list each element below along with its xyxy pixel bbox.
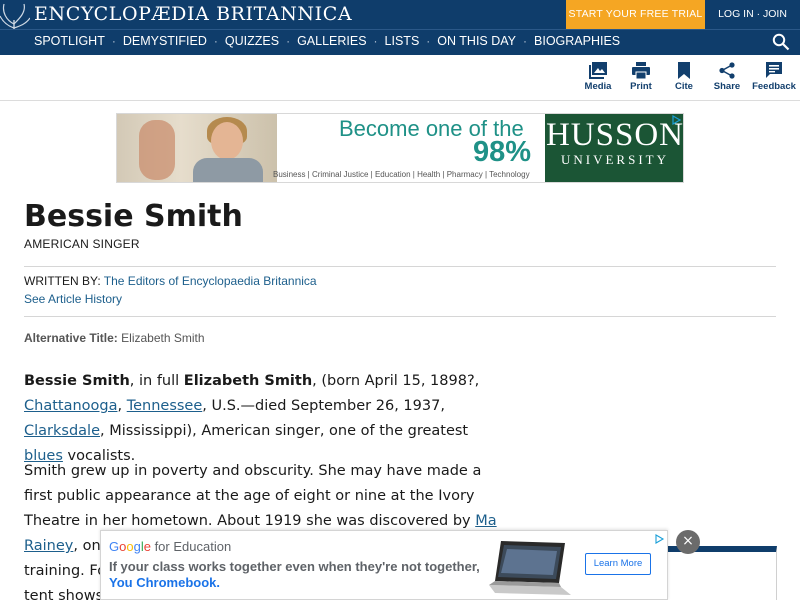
anatomy-model-image: [139, 120, 175, 180]
nav-item-lists[interactable]: LISTS: [385, 34, 420, 48]
ad-fields: Business | Criminal Justice | Education …: [273, 170, 530, 179]
link-chattanooga[interactable]: Chattanooga: [24, 398, 117, 414]
main-nav: SPOTLIGHT · DEMYSTIFIED · QUIZZES · GALL…: [0, 29, 800, 55]
bottom-ad-line2: You Chromebook.: [109, 575, 220, 590]
google-wordmark: Google: [109, 539, 151, 554]
ad-percent: 98%: [473, 136, 532, 168]
written-by: WRITTEN BY: The Editors of Encyclopaedia…: [24, 274, 317, 288]
nav-item-quizzes[interactable]: QUIZZES: [225, 34, 279, 48]
bottom-ad-line1: If your class works together even when t…: [109, 559, 480, 574]
print-button[interactable]: Print: [617, 62, 665, 92]
nav-item-spotlight[interactable]: SPOTLIGHT: [34, 34, 105, 48]
link-tennessee[interactable]: Tennessee: [127, 398, 203, 414]
nav-separator: ·: [373, 34, 378, 48]
media-icon: [589, 62, 607, 79]
article-subtitle: AMERICAN SINGER: [24, 237, 140, 251]
alternative-title: Alternative Title: Elizabeth Smith: [24, 331, 205, 345]
paragraph-text: ,: [117, 398, 127, 414]
close-ad-button[interactable]: ×: [676, 530, 700, 554]
google-for-education-brand: Google for Education: [109, 539, 231, 554]
paragraph-text: tent shows: [24, 588, 104, 600]
learn-more-button[interactable]: Learn More: [585, 553, 651, 575]
author-link[interactable]: The Editors of Encyclopaedia Britannica: [104, 274, 317, 288]
written-by-label: WRITTEN BY:: [24, 274, 101, 288]
nav-separator: ·: [111, 34, 116, 48]
share-icon: [719, 62, 735, 79]
link-clarksdale[interactable]: Clarksdale: [24, 423, 100, 439]
subject-name: Bessie Smith: [24, 373, 130, 389]
nav-item-galleries[interactable]: GALLERIES: [297, 34, 366, 48]
ad-logo-line2: UNIVERSITY: [561, 152, 669, 167]
cite-button[interactable]: Cite: [660, 62, 708, 92]
media-button[interactable]: Media: [574, 62, 622, 92]
paragraph-text: training. Fo: [24, 563, 107, 579]
ad-person-body: [193, 158, 263, 182]
feedback-icon: [766, 62, 782, 78]
ad-logo: HUSSON UNIVERSITY: [545, 114, 684, 182]
paragraph-text: , U.S.—died September 26, 1937,: [202, 398, 445, 414]
ad-person-face: [211, 122, 243, 160]
divider: [24, 266, 776, 267]
bookmark-icon: [678, 62, 690, 79]
chromebook-image: [489, 541, 571, 595]
sidebar-card: [660, 546, 777, 600]
top-header: ENCYCLOPÆDIA BRITANNICA START YOUR FREE …: [0, 0, 800, 48]
ad-close-icon[interactable]: [653, 533, 665, 545]
brand-suffix: for Education: [150, 539, 232, 554]
nav-item-on-this-day[interactable]: ON THIS DAY: [437, 34, 516, 48]
nav-list: SPOTLIGHT · DEMYSTIFIED · QUIZZES · GALL…: [34, 34, 620, 48]
article-history-link[interactable]: See Article History: [24, 292, 122, 306]
search-icon[interactable]: [772, 33, 790, 51]
feedback-button[interactable]: Feedback: [750, 62, 798, 92]
ad-photo: [117, 114, 277, 182]
paragraph-text: Smith grew up in poverty and obscurity. …: [24, 463, 482, 529]
nav-separator: ·: [426, 34, 431, 48]
nav-item-demystified[interactable]: DEMYSTIFIED: [123, 34, 207, 48]
top-ad-banner[interactable]: Become one of the 98% Business | Crimina…: [116, 113, 684, 183]
nav-item-biographies[interactable]: BIOGRAPHIES: [534, 34, 620, 48]
paragraph-text: , in full: [129, 373, 184, 389]
alt-title-label: Alternative Title:: [24, 331, 118, 345]
media-label: Media: [584, 81, 612, 92]
login-join-link[interactable]: LOG IN · JOIN: [705, 0, 800, 29]
print-icon: [632, 62, 650, 79]
bottom-overlay-ad[interactable]: Google for Education If your class works…: [100, 530, 668, 600]
nav-separator: ·: [213, 34, 218, 48]
feedback-label: Feedback: [752, 81, 796, 92]
article-title: Bessie Smith: [24, 199, 243, 234]
divider: [24, 316, 776, 317]
article-paragraph-1: Bessie Smith, in full Elizabeth Smith, (…: [24, 369, 504, 469]
paragraph-text: , Mississippi), American singer, one of …: [100, 423, 469, 439]
site-brand[interactable]: ENCYCLOPÆDIA BRITANNICA: [34, 3, 352, 25]
share-button[interactable]: Share: [703, 62, 751, 92]
free-trial-button[interactable]: START YOUR FREE TRIAL: [566, 0, 705, 29]
alt-title-value: Elizabeth Smith: [121, 331, 205, 345]
ad-logo-line1: HUSSON: [545, 117, 684, 153]
article-toolbar: Media Print Cite Share Feedback: [0, 55, 800, 101]
share-label: Share: [713, 81, 741, 92]
print-label: Print: [630, 81, 652, 92]
nav-separator: ·: [286, 34, 291, 48]
full-name: Elizabeth Smith: [183, 373, 313, 389]
nav-separator: ·: [523, 34, 528, 48]
ad-choices-icon[interactable]: [671, 115, 681, 125]
paragraph-text: , (born April 15, 1898?,: [312, 373, 480, 389]
cite-label: Cite: [675, 81, 693, 92]
